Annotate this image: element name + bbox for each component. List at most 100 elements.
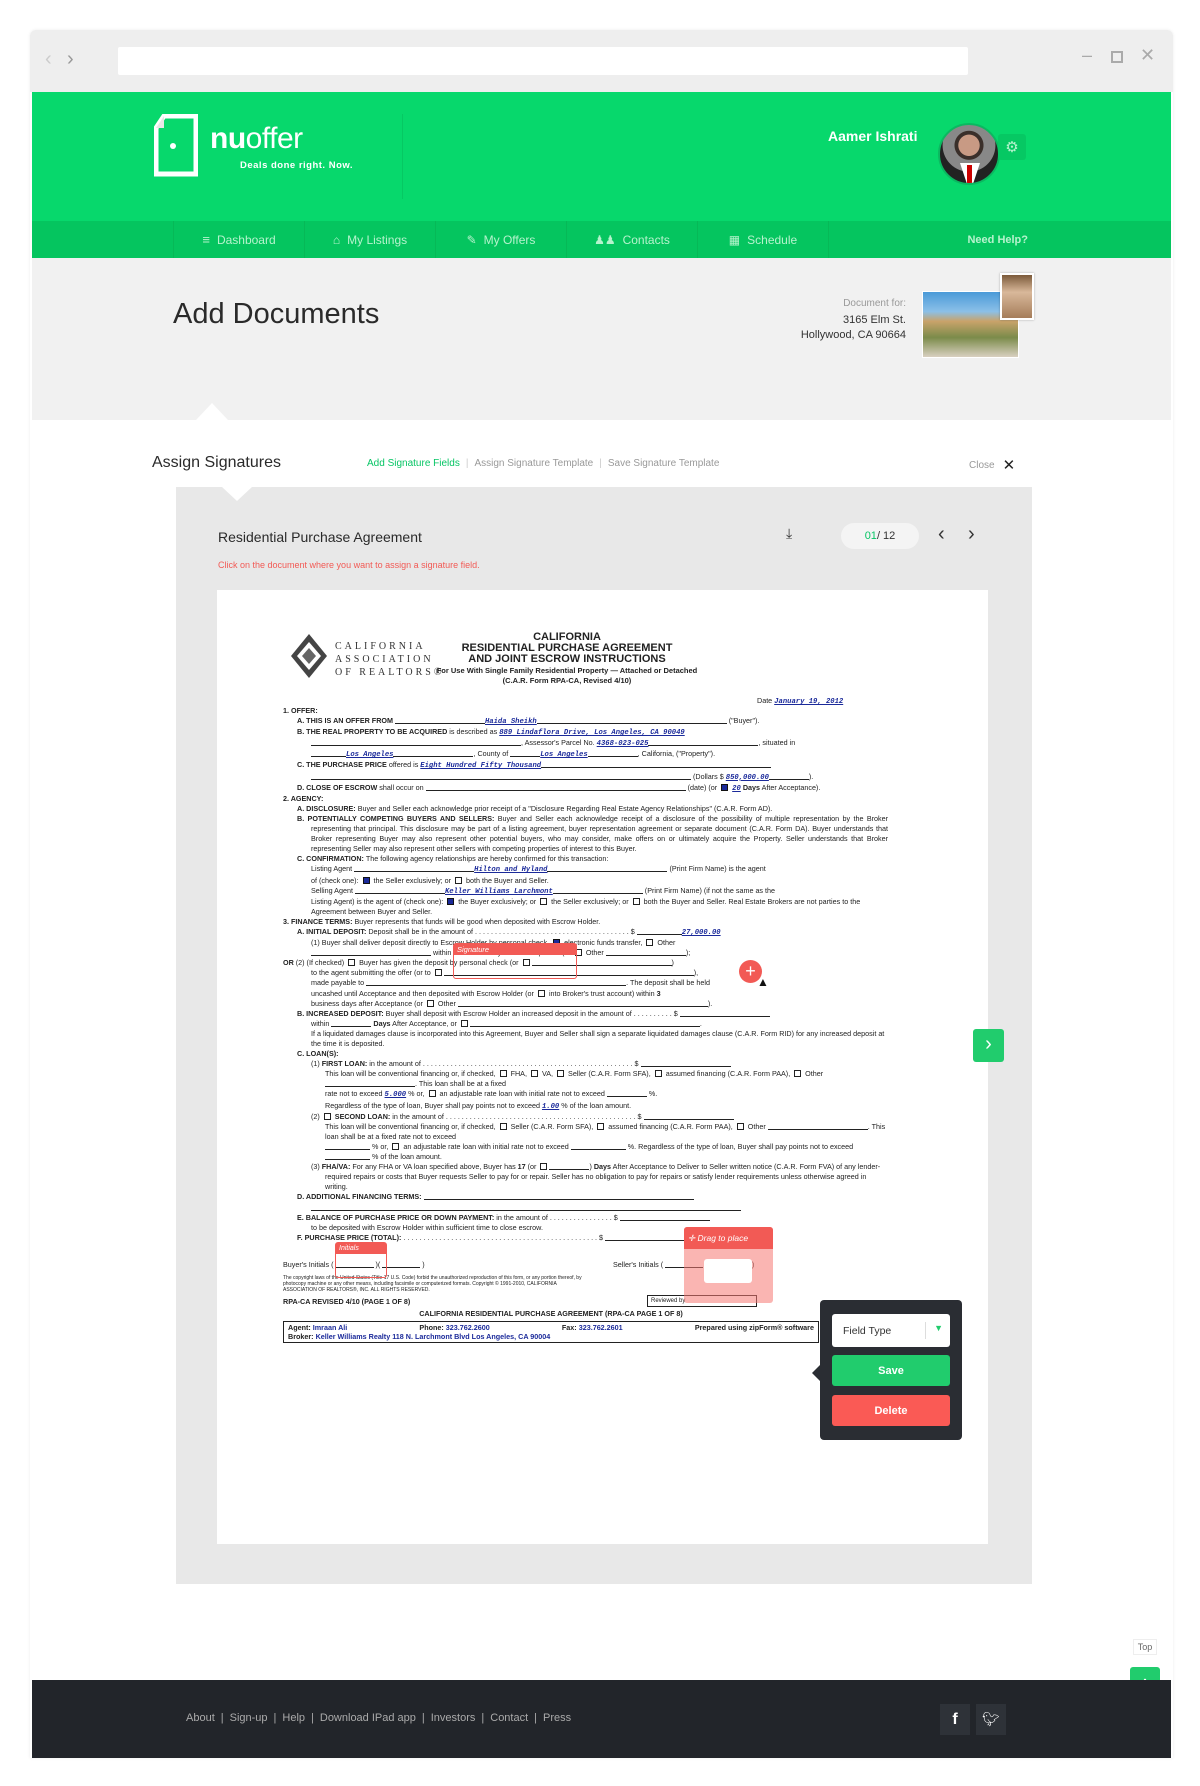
back-icon[interactable]: ‹ — [45, 48, 52, 71]
drag-field[interactable]: ✛ Drag to place — [684, 1227, 773, 1303]
house-icon: ⌂ — [332, 232, 341, 247]
footer-sep: | — [311, 1712, 314, 1724]
cursor-icon: ▲ — [757, 975, 769, 989]
field-type-select[interactable]: Field Type ▼ — [832, 1314, 950, 1347]
footer-sep: | — [534, 1712, 538, 1724]
need-help-link[interactable]: Need Help? — [967, 234, 1028, 246]
page-total: / 12 — [876, 530, 896, 542]
footer-sep: | — [273, 1712, 277, 1724]
page-title: Add Documents — [173, 298, 380, 330]
tab-assign-signature-template[interactable]: Assign Signature Template — [474, 458, 593, 469]
price-value: 850,000.00 — [725, 773, 769, 782]
next-page-button[interactable]: › — [973, 1029, 1004, 1062]
document-viewer: Residential Purchase Agreement Click on … — [176, 487, 1032, 1584]
footer-links: About | Sign-up | Help | Download IPad app |… — [186, 1712, 571, 1724]
nav-schedule[interactable]: ▦ Schedule — [697, 221, 828, 258]
main-nav: ≡ Dashboard ⌂ My Listings ✎ My Offers ♟♟… — [32, 221, 1171, 258]
brand-name-light: offer — [245, 122, 304, 155]
city: Los Angeles — [346, 751, 394, 760]
minimize-icon[interactable]: – — [1082, 45, 1092, 66]
footer-link-investors[interactable]: Investors — [431, 1712, 476, 1724]
tab-add-signature-fields[interactable]: Add Signature Fields — [367, 458, 460, 469]
signature-field[interactable]: Signature — [453, 943, 577, 979]
nav-my-offers[interactable]: ✎ My Offers — [435, 221, 566, 258]
nav-dashboard[interactable]: ≡ Dashboard — [173, 221, 304, 258]
drag-field-input — [704, 1259, 752, 1283]
signature-field-label: Signature — [454, 944, 576, 955]
chevron-down-icon: ▼ — [934, 1323, 943, 1333]
close-window-icon[interactable]: ✕ — [1140, 45, 1155, 66]
agent-box: Agent: Imraan Ali Phone: 323.762.2600 Fa… — [283, 1321, 819, 1343]
prev-page-icon[interactable]: ‹ — [938, 523, 945, 546]
close-button[interactable]: Close ✕ — [969, 456, 1015, 474]
footer-link-contact[interactable]: Contact — [490, 1712, 528, 1724]
maximize-icon[interactable] — [1111, 51, 1123, 63]
delete-button[interactable]: Delete — [832, 1395, 950, 1426]
address-line1: 3165 Elm St. — [843, 314, 906, 326]
save-button[interactable]: Save — [832, 1355, 950, 1386]
gear-icon[interactable]: ⚙ — [998, 134, 1026, 160]
forward-icon[interactable]: › — [67, 48, 74, 71]
nav-label: My Listings — [347, 232, 408, 247]
nav-label: Dashboard — [216, 232, 276, 247]
footer-link-about[interactable]: About — [186, 1712, 215, 1724]
header-divider — [402, 114, 403, 199]
doc-footer-title: CALIFORNIA RESIDENTIAL PURCHASE AGREEMEN… — [419, 1309, 683, 1318]
logo-icon[interactable] — [153, 113, 199, 177]
footer: About | Sign-up | Help | Download IPad app |… — [32, 1680, 1171, 1758]
drag-field-header[interactable]: ✛ Drag to place — [684, 1227, 773, 1249]
listing-agent: Hilton and Hyland — [474, 866, 548, 875]
drag-field-label: Drag to place — [697, 1233, 749, 1243]
download-icon[interactable]: ⤓ — [786, 525, 792, 542]
brand-name: nuoffer — [210, 122, 303, 156]
section-pointer — [196, 403, 228, 420]
next-page-icon[interactable]: › — [968, 523, 975, 546]
revised-label: RPA-CA REVISED 4/10 (PAGE 1 OF 8) — [283, 1297, 411, 1306]
prepared-by: Prepared using zipForm® software — [694, 1323, 814, 1332]
nav-my-listings[interactable]: ⌂ My Listings — [304, 221, 435, 258]
avatar[interactable] — [938, 123, 1000, 185]
tab-save-signature-template[interactable]: Save Signature Template — [608, 458, 720, 469]
selling-agent: Keller Williams Larchmont — [444, 887, 553, 896]
user-name[interactable]: Aamer Ishrati — [828, 128, 917, 144]
nav-contacts[interactable]: ♟♟ Contacts — [566, 221, 697, 258]
edit-icon: ✎ — [466, 232, 477, 247]
county: Los Angeles — [540, 751, 588, 760]
buyers-initials-label: Buyer's Initials — [283, 1260, 330, 1269]
buyer-name: Haida Sheikh — [484, 718, 537, 727]
buyer-photo — [1000, 273, 1034, 320]
address-bar[interactable] — [118, 47, 968, 75]
panel-pointer — [222, 487, 252, 501]
agent-name: Imraan Ali — [312, 1323, 348, 1332]
agent-fax: 323.762.2601 — [578, 1323, 623, 1332]
select-divider — [925, 1322, 926, 1339]
browser-window: ‹ › – ✕ nuoffer Deals done right. Now. A… — [30, 30, 1173, 1758]
footer-sep: | — [421, 1712, 425, 1724]
footer-link-press[interactable]: Press — [543, 1712, 571, 1724]
initials-field[interactable]: Initials — [335, 1242, 387, 1278]
doc-heading: CALIFORNIA RESIDENTIAL PURCHASE AGREEMEN… — [417, 632, 717, 686]
footer-link-download-ipad[interactable]: Download IPad app — [320, 1712, 416, 1724]
footer-link-help[interactable]: Help — [282, 1712, 305, 1724]
nav-label: My Offers — [483, 232, 536, 247]
footer-link-signup[interactable]: Sign-up — [230, 1712, 268, 1724]
agent-phone: 323.762.2600 — [445, 1323, 490, 1332]
facebook-icon[interactable]: f — [940, 1704, 970, 1735]
parcel-number: 4368-023-025 — [596, 740, 649, 749]
page-current: 01 — [864, 530, 877, 542]
section-offer: 1. OFFER: A. THIS IS AN OFFER FROM Haida… — [283, 706, 888, 1242]
close-days: 20 — [732, 784, 741, 793]
tab-separator: | — [465, 458, 469, 469]
field-popup: Field Type ▼ Save Delete — [812, 1300, 962, 1440]
points: 1.00 — [541, 1102, 560, 1111]
initials-field-label: Initials — [336, 1243, 386, 1254]
price-words: Eight Hundred Fifty Thousand — [420, 762, 542, 771]
calendar-icon: ▦ — [728, 232, 741, 247]
footer-sep: | — [220, 1712, 224, 1724]
doc-instruction: Click on the document where you want to … — [218, 560, 480, 570]
twitter-icon[interactable]: 🐦︎ — [976, 1704, 1006, 1735]
browser-toolbar: ‹ › – ✕ — [30, 30, 1173, 92]
brand-name-bold: nu — [210, 122, 246, 155]
page-title-band: Add Documents Document for: 3165 Elm St.… — [32, 258, 1171, 420]
move-icon: ✛ — [688, 1233, 696, 1243]
